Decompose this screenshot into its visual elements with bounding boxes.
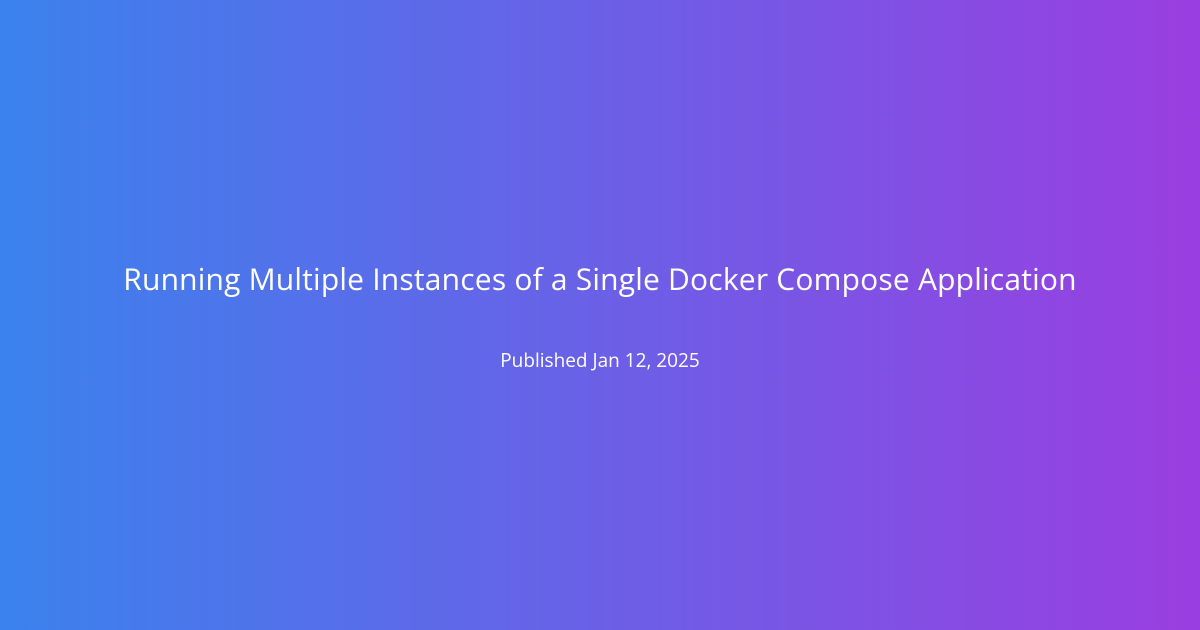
article-title: Running Multiple Instances of a Single D… — [123, 258, 1077, 299]
published-date: Published Jan 12, 2025 — [500, 347, 700, 373]
